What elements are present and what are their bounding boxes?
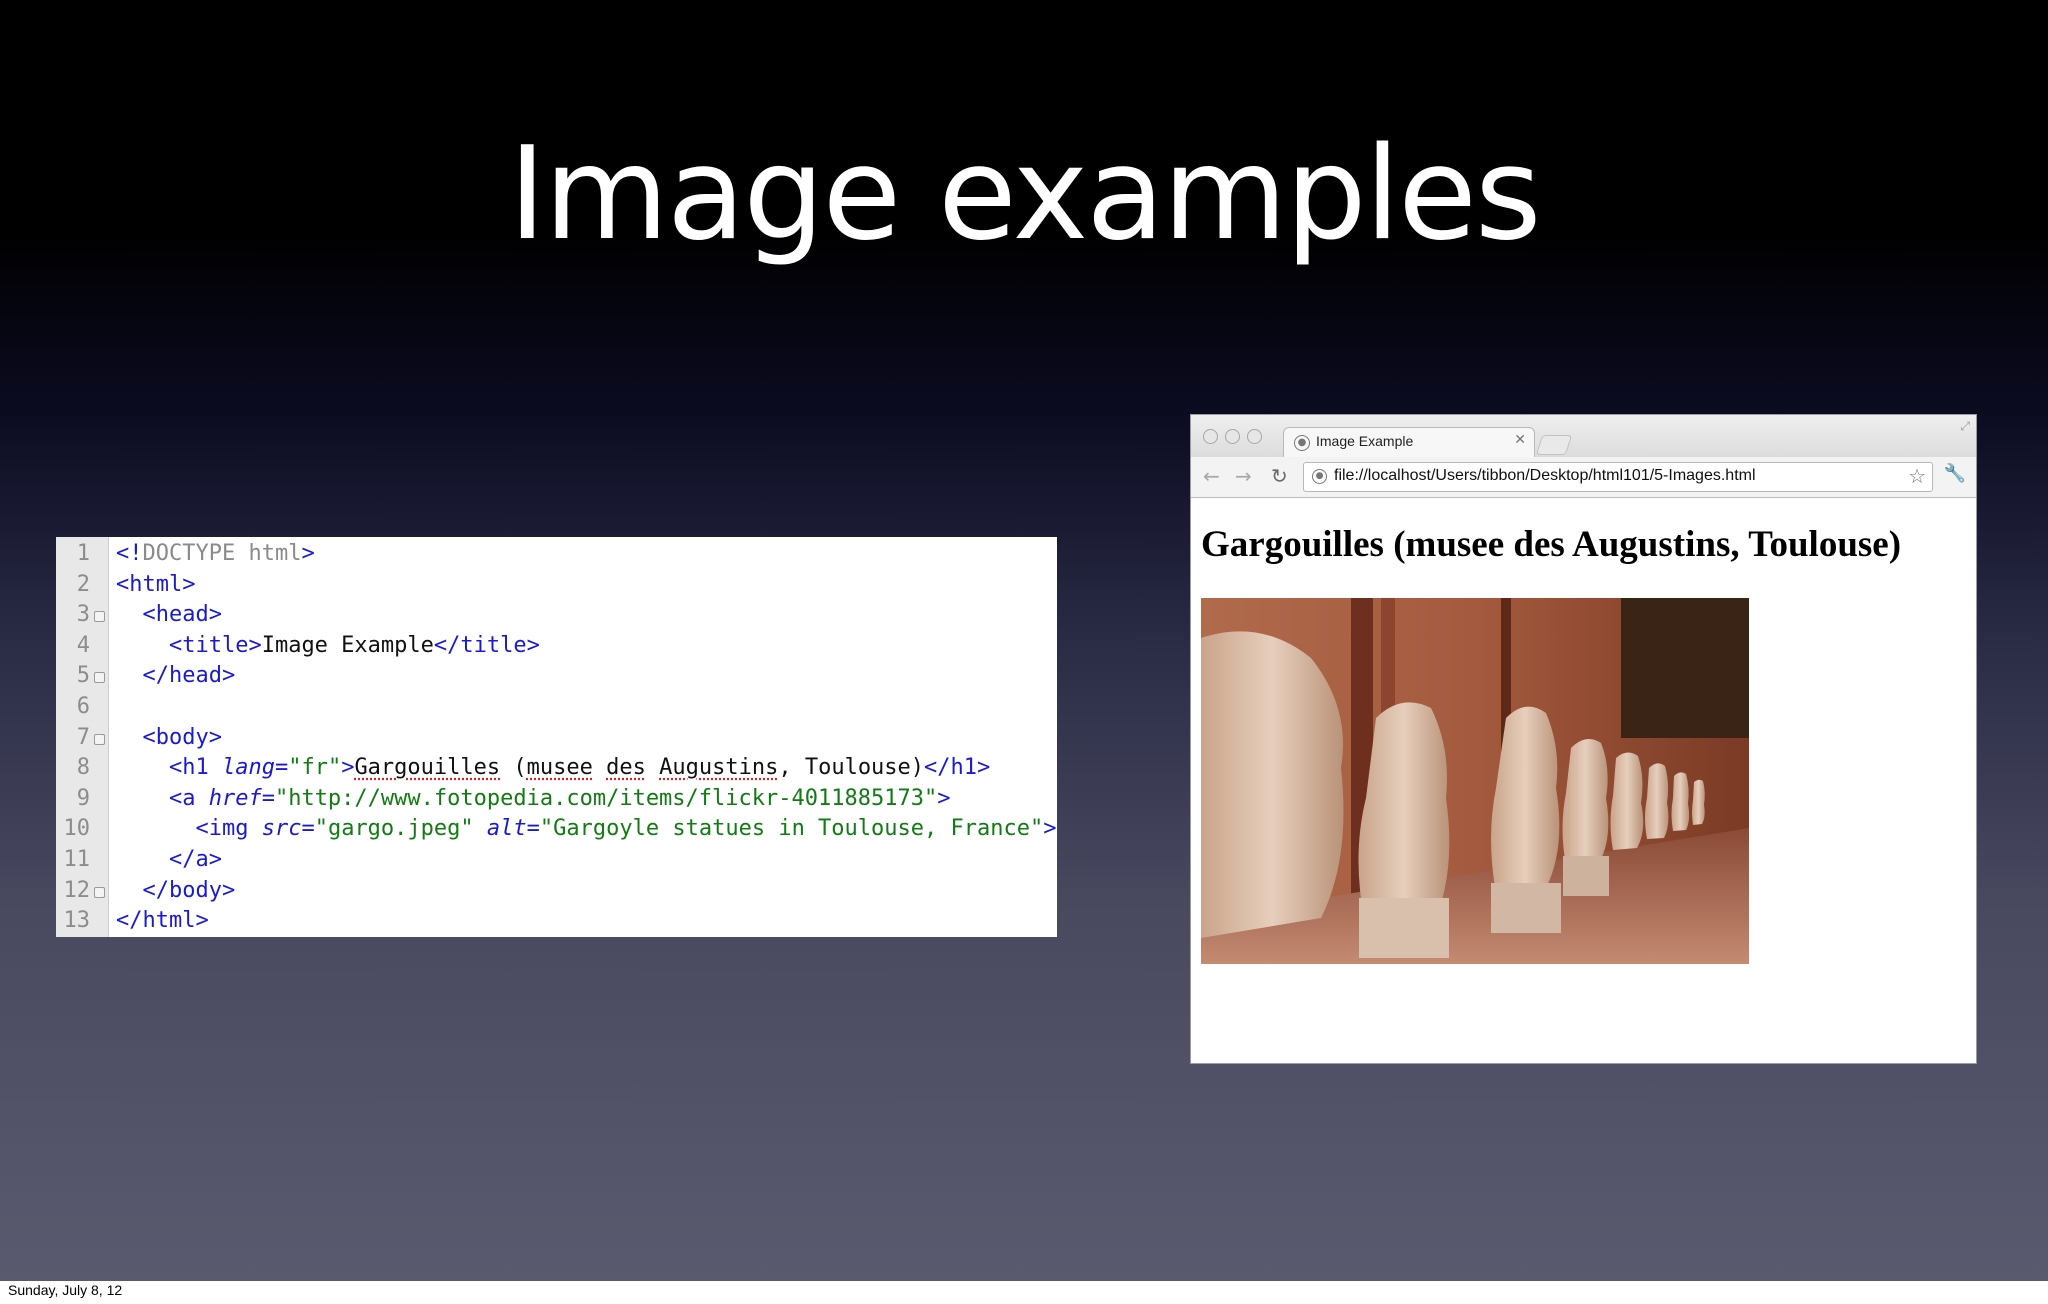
code-token: <h1	[116, 755, 222, 781]
code-line: </body>	[116, 876, 235, 906]
code-token: =	[261, 785, 275, 811]
line-number: 3	[76, 602, 90, 628]
tab-image-example[interactable]: ● Image Example ✕	[1283, 427, 1535, 458]
code-token: </head>	[116, 663, 236, 689]
fold-toggle-icon[interactable]	[94, 733, 105, 745]
line-number: 12	[63, 877, 91, 903]
page-heading: Gargouilles (musee des Augustins, Toulou…	[1201, 524, 1902, 565]
code-token: "Gargoyle statues in Toulouse, France"	[539, 816, 1044, 842]
code-token: "fr"	[288, 755, 342, 781]
line-number: 9	[76, 785, 90, 811]
globe-icon: ●	[1294, 435, 1310, 451]
code-token: <body>	[116, 724, 222, 750]
reload-icon[interactable]: ↻	[1271, 464, 1288, 488]
code-token: (	[500, 755, 527, 781]
code-token: DOCTYPE html	[142, 541, 302, 566]
bookmark-star-icon[interactable]: ☆	[1908, 464, 1926, 488]
code-token: "http://www.fotopedia.com/items/flickr-4…	[274, 785, 938, 811]
code-token: </h1>	[924, 755, 991, 781]
page-info-icon: ●	[1312, 469, 1327, 484]
code-token: =	[301, 816, 315, 842]
line-number: 6	[76, 694, 90, 719]
fold-toggle-icon[interactable]	[94, 611, 105, 623]
close-window-button[interactable]	[1203, 429, 1218, 444]
code-token: >	[937, 785, 951, 811]
code-token: "gargo.jpeg"	[314, 816, 474, 842]
zoom-window-button[interactable]	[1247, 429, 1262, 444]
tab-title: Image Example	[1316, 433, 1414, 449]
gargoyle-photo-link[interactable]	[1201, 598, 1749, 964]
minimize-window-button[interactable]	[1225, 429, 1240, 444]
code-token: >	[1043, 816, 1057, 842]
code-token: , Toulouse)	[778, 755, 925, 781]
code-token: =	[526, 816, 540, 842]
fold-toggle-icon[interactable]	[94, 672, 105, 684]
url-text[interactable]: file://localhost/Users/tibbon/Desktop/ht…	[1334, 467, 1756, 485]
code-token: Image Example	[261, 632, 434, 658]
code-token: </title>	[433, 632, 540, 658]
code-line: <a href="http://www.fotopedia.com/items/…	[116, 784, 951, 814]
code-token: Gargouilles	[354, 755, 501, 781]
code-line: </a>	[116, 845, 222, 875]
line-number: 11	[63, 847, 91, 872]
code-token: </html>	[116, 908, 209, 934]
line-number: 7	[76, 724, 90, 750]
slide-background: Image examples 1 2 3 4 5 6 7 8 9 10 11 12 13 <!DOCTY…	[0, 0, 2048, 1281]
code-line: <head>	[116, 600, 222, 630]
line-number: 5	[76, 663, 90, 689]
code-token: <html>	[116, 571, 196, 597]
slide-title: Image examples	[508, 120, 1541, 269]
line-number: 2	[76, 571, 90, 597]
line-number: 10	[63, 816, 91, 842]
code-token: <a	[116, 785, 209, 811]
line-number: 1	[76, 541, 90, 566]
fold-toggle-icon[interactable]	[94, 886, 105, 898]
code-token: <head>	[116, 602, 222, 628]
footer-date: Sunday, July 8, 12	[8, 1282, 123, 1298]
code-token: <title>	[116, 632, 262, 658]
code-line: <!DOCTYPE html>	[116, 539, 315, 569]
code-token: >	[301, 541, 315, 566]
line-number: 13	[63, 908, 91, 934]
code-token: href	[208, 785, 262, 811]
code-token: musee	[526, 755, 593, 781]
code-token: src	[261, 816, 302, 842]
code-line: <img src="gargo.jpeg" alt="Gargoyle stat…	[116, 814, 1056, 844]
browser-window: ● Image Example ✕ ⤢ ← → ↻ ● file://local…	[1190, 414, 1977, 1064]
fullscreen-icon[interactable]: ⤢	[1960, 419, 1970, 434]
code-token: alt	[486, 816, 527, 842]
line-number: 8	[76, 755, 90, 781]
new-tab-button[interactable]	[1535, 435, 1573, 455]
gargoyle-photo	[1201, 598, 1749, 964]
wrench-icon[interactable]: 🔧	[1944, 463, 1966, 484]
forward-arrow-icon[interactable]: →	[1235, 464, 1252, 488]
tab-close-icon[interactable]: ✕	[1514, 432, 1526, 448]
code-line: <title>Image Example</title>	[116, 631, 540, 661]
code-token: <!	[116, 541, 143, 566]
code-line: <body>	[116, 723, 222, 753]
code-token: =	[274, 755, 289, 781]
line-number: 4	[76, 632, 90, 658]
browser-toolbar: ← → ↻ ● file://localhost/Users/tibbon/De…	[1191, 457, 1976, 498]
code-token: </body>	[116, 877, 236, 903]
code-token: >	[341, 755, 355, 781]
code-line: </html>	[116, 906, 209, 936]
back-arrow-icon[interactable]: ←	[1203, 464, 1220, 488]
address-bar[interactable]: ● file://localhost/Users/tibbon/Desktop/…	[1303, 462, 1933, 492]
tab-bar: ● Image Example ✕ ⤢	[1191, 415, 1976, 458]
code-editor: 1 2 3 4 5 6 7 8 9 10 11 12 13 <!DOCTYPE html> <html> …	[56, 537, 1057, 937]
code-token: lang	[221, 755, 275, 781]
line-number-gutter: 1 2 3 4 5 6 7 8 9 10 11 12 13	[56, 537, 109, 937]
code-line: <html>	[116, 570, 195, 600]
code-line: <h1 lang="fr">Gargouilles (musee des Aug…	[116, 753, 990, 783]
code-token: <img	[116, 816, 262, 842]
code-token: Augustins	[659, 755, 779, 781]
code-token: des	[606, 755, 646, 781]
code-line: </head>	[116, 661, 235, 691]
code-token: </a>	[116, 847, 222, 872]
